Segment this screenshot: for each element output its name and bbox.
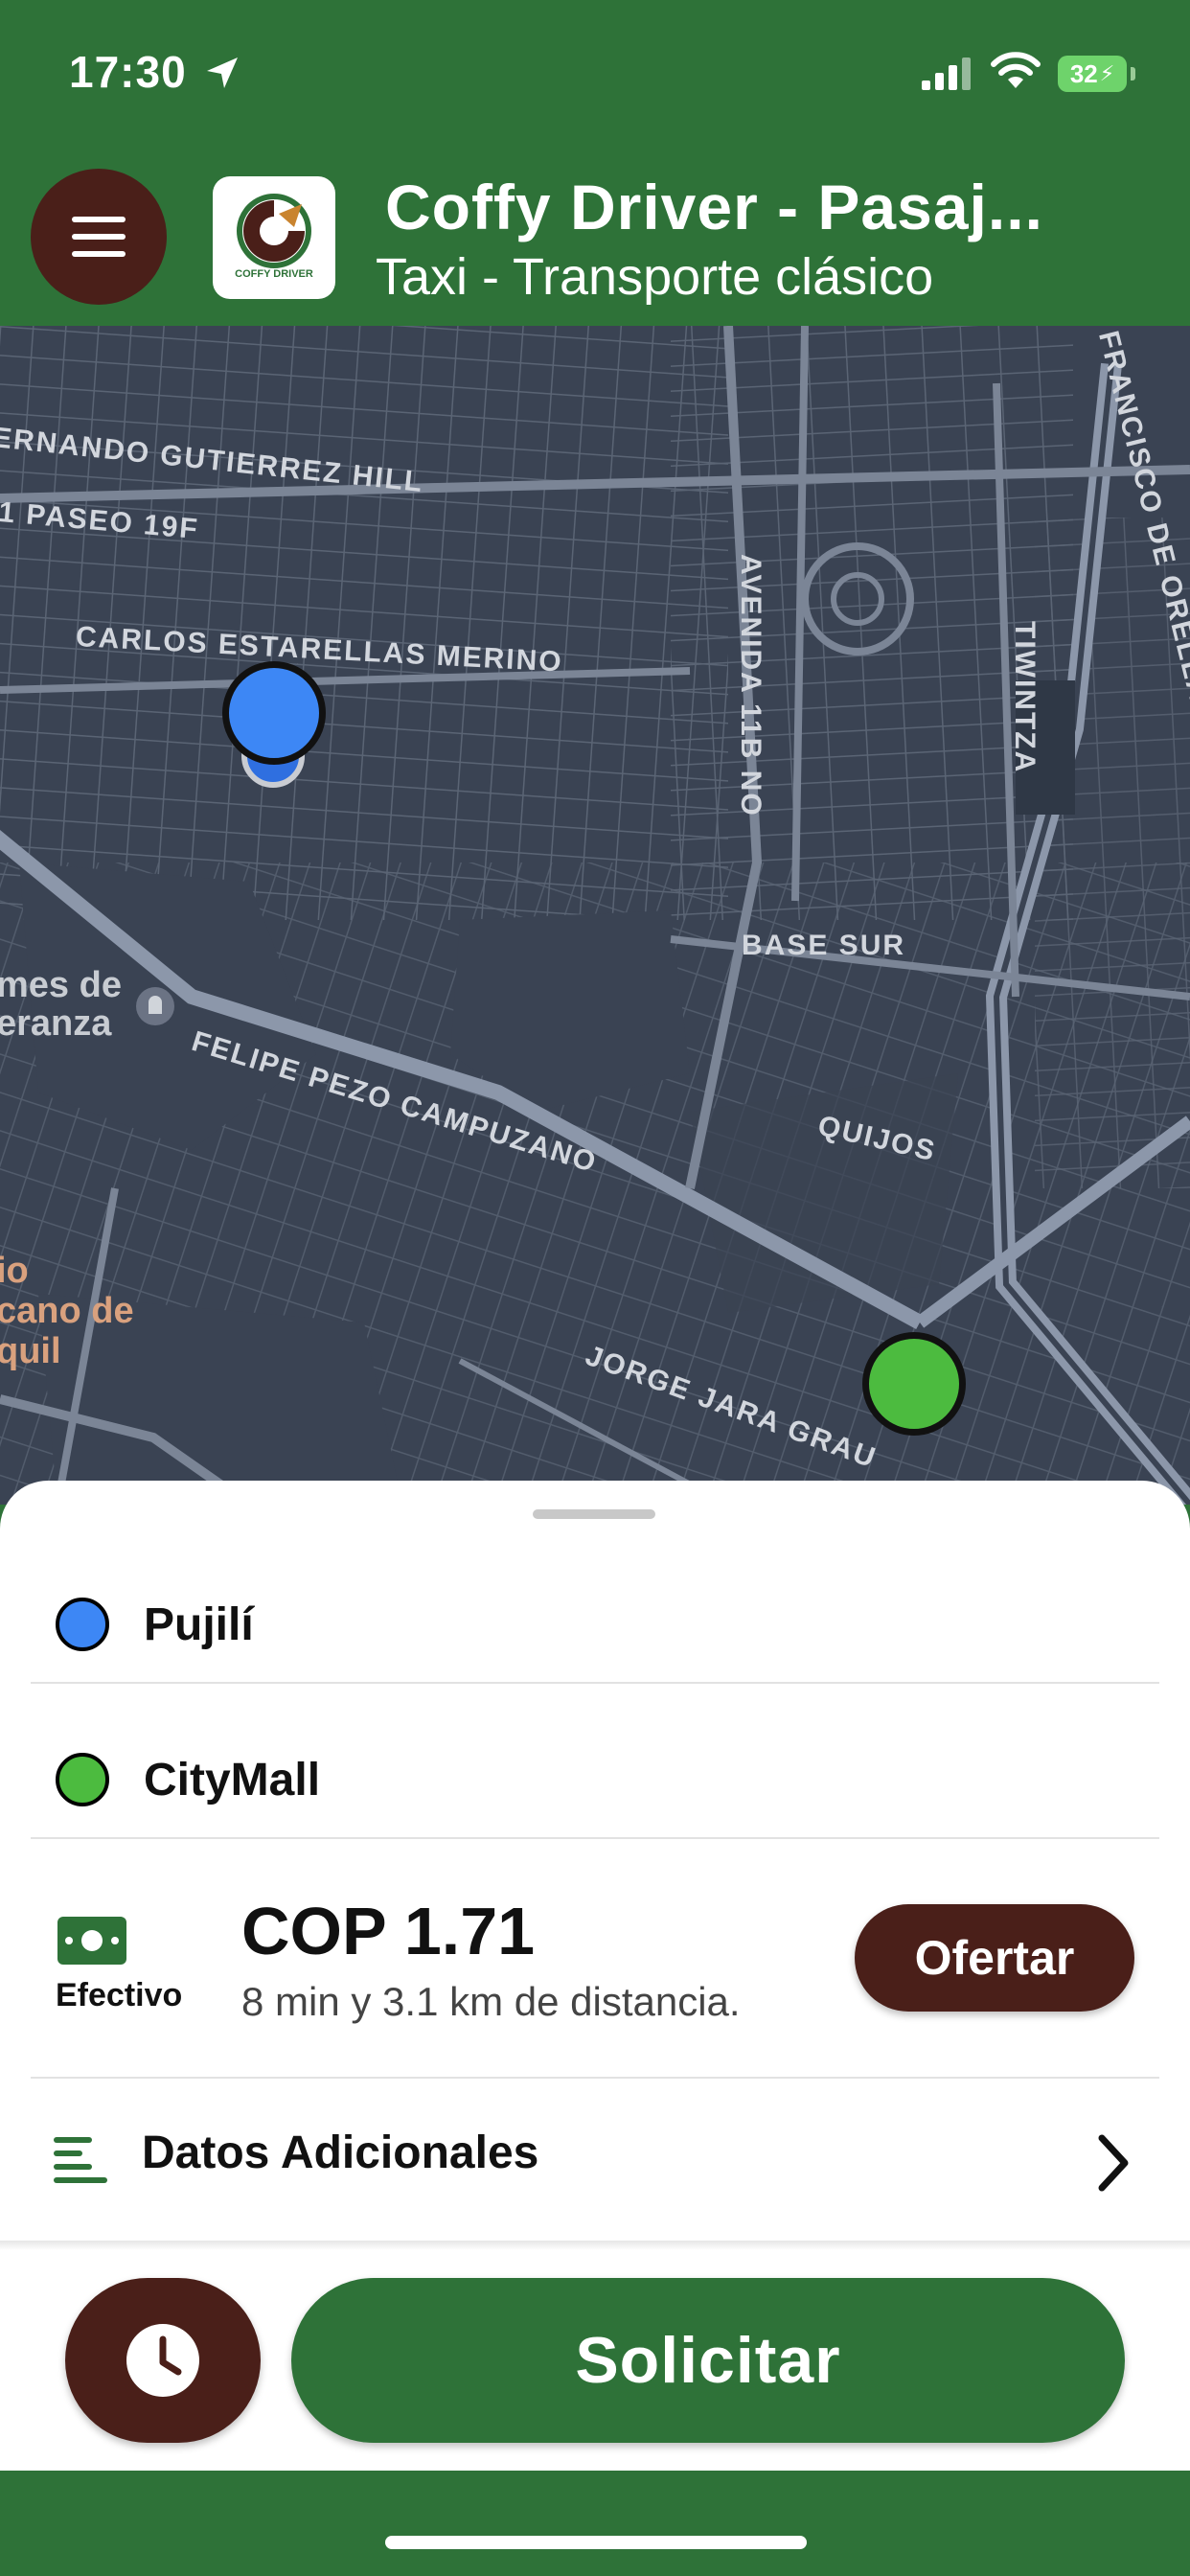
- cellular-signal-icon: [922, 58, 971, 90]
- additional-data-link[interactable]: Datos Adicionales: [142, 2127, 538, 2179]
- request-button[interactable]: Solicitar: [291, 2278, 1125, 2443]
- poi-label: cano de: [0, 1291, 134, 1331]
- drag-handle[interactable]: [533, 1509, 655, 1519]
- app-header: COFFY DRIVER Coffy Driver - Pasaj... Tax…: [0, 153, 1190, 326]
- trip-price: COP 1.71: [241, 1894, 536, 1968]
- battery-charging-icon: 32 ⚡: [1058, 56, 1127, 92]
- destination-marker[interactable]: [862, 1332, 966, 1436]
- battery-level: 32: [1069, 58, 1098, 88]
- trip-distance: 8 min y 3.1 km de distancia.: [241, 1979, 741, 2024]
- map-view[interactable]: ERNANDO GUTIERREZ HILL 1 PASEO 19F CARLO…: [0, 326, 1190, 1505]
- street-label: AVENIDA 11B NO: [735, 554, 767, 817]
- divider: [31, 1837, 1159, 1839]
- divider: [31, 2077, 1159, 2079]
- clock-icon: [126, 2324, 199, 2397]
- home-indicator[interactable]: [385, 2536, 807, 2549]
- divider: [31, 1682, 1159, 1684]
- app-title: Coffy Driver - Pasaj...: [385, 172, 1043, 242]
- status-bar: 17:30 32 ⚡: [0, 0, 1190, 153]
- destination-row[interactable]: CityMall: [31, 1732, 1159, 1828]
- logo-text: COFFY DRIVER: [235, 268, 313, 280]
- home-indicator-area: [0, 2471, 1190, 2576]
- status-time: 17:30: [69, 47, 187, 97]
- poi-label: eranza: [0, 1003, 112, 1044]
- cash-icon: [57, 1917, 126, 1965]
- origin-marker[interactable]: [222, 661, 326, 765]
- poi-label: mes de: [0, 965, 122, 1005]
- location-arrow-icon: [207, 58, 238, 88]
- app-logo: COFFY DRIVER: [213, 176, 335, 299]
- payment-method-label[interactable]: Efectivo: [56, 1977, 182, 2014]
- trip-bottom-sheet: Pujilí CityMall Efectivo COP 1.71 8 min …: [0, 1481, 1190, 2471]
- wifi-icon: [991, 52, 1041, 88]
- poi-label: quil: [0, 1331, 61, 1371]
- battery-tip: [1131, 67, 1135, 80]
- menu-button[interactable]: [31, 169, 167, 305]
- origin-row[interactable]: Pujilí: [31, 1576, 1159, 1672]
- origin-dot-icon: [56, 1598, 109, 1651]
- street-label: BASE SUR: [742, 930, 906, 961]
- offer-button[interactable]: Ofertar: [855, 1904, 1134, 2012]
- destination-dot-icon: [56, 1753, 109, 1806]
- hamburger-menu-icon: [72, 217, 126, 257]
- destination-name: CityMall: [144, 1754, 321, 1806]
- list-details-icon: [54, 2137, 107, 2183]
- street-label: TIWINTZA: [1009, 621, 1041, 774]
- map-streets: [0, 326, 1190, 1505]
- origin-name: Pujilí: [144, 1598, 254, 1650]
- service-subtitle: Taxi - Transporte clásico: [376, 248, 934, 306]
- poi-label: io: [0, 1251, 29, 1291]
- cemetery-poi-icon: [136, 987, 174, 1025]
- action-bar-divider: [0, 2241, 1190, 2250]
- schedule-button[interactable]: [65, 2278, 261, 2443]
- chevron-right-icon[interactable]: [1092, 2132, 1134, 2194]
- coffy-logo-icon: COFFY DRIVER: [235, 194, 313, 280]
